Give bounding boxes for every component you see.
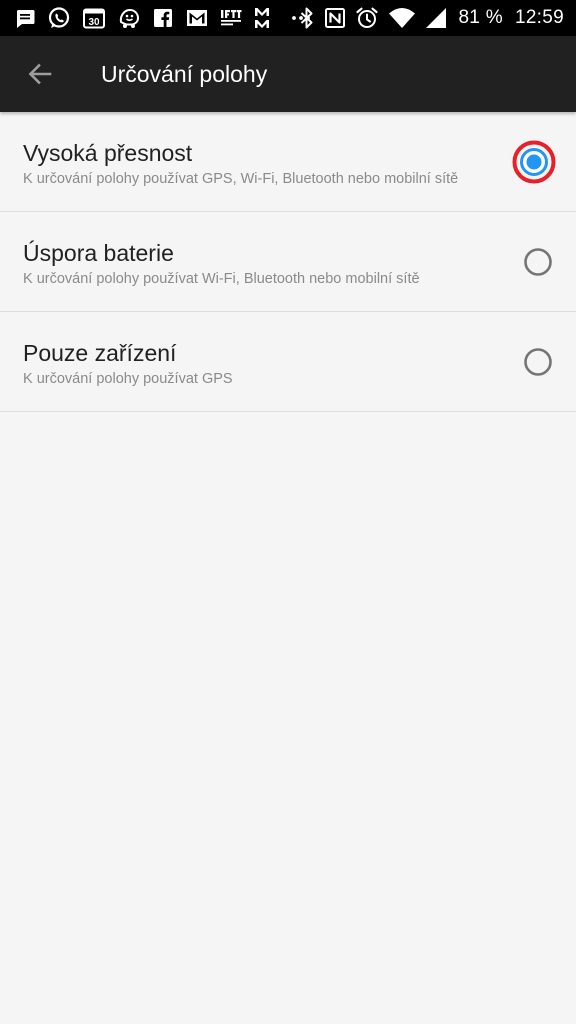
mm-icon [255,8,269,28]
whatsapp-icon [48,7,70,28]
radio-selected-icon [512,140,556,184]
radio-unselected-icon [524,348,552,376]
app-bar: Určování polohy [0,36,576,112]
calendar-icon: 30 [83,8,105,29]
option-title: Vysoká přesnost [23,140,193,166]
back-button[interactable] [16,50,64,98]
message-icon [17,10,35,28]
alarm-icon [356,7,379,28]
radio-unselected-icon [524,248,552,276]
waze-icon [119,8,140,28]
battery-percent: 81 % [458,7,503,28]
gmail-icon [187,10,207,26]
option-subtitle: K určování polohy používat GPS [23,371,233,387]
wifi-icon [389,8,416,28]
arrow-back-icon [28,63,52,85]
option-title: Pouze zařízení [23,340,177,366]
notification-icons: 30 [14,5,323,31]
radio-battery-saving[interactable] [522,246,554,278]
radio-device-only[interactable] [522,346,554,378]
page-title: Určování polohy [101,61,268,87]
system-status: 81 % 12:59 [290,5,564,31]
option-subtitle: K určování polohy používat Wi-Fi, Blueto… [23,271,420,287]
status-bar: 30 81 % 12:59 [0,0,576,36]
option-title: Úspora baterie [23,240,174,266]
radio-high-accuracy[interactable] [512,140,556,184]
nfc-icon [325,8,346,28]
option-battery-saving[interactable]: Úspora baterie K určování polohy používa… [0,212,576,312]
cell-signal-icon [426,8,447,28]
clock: 12:59 [514,7,564,28]
bluetooth-icon [301,7,313,29]
option-device-only[interactable]: Pouze zařízení K určování polohy používa… [0,312,576,412]
option-subtitle: K určování polohy používat GPS, Wi-Fi, B… [23,171,459,187]
option-high-accuracy[interactable]: Vysoká přesnost K určování polohy použív… [0,112,576,212]
facebook-icon [154,9,172,27]
calendar-day-text: 30 [88,17,100,28]
location-mode-list: Vysoká přesnost K určování polohy použív… [0,112,576,412]
ifttt-icon [221,10,242,26]
